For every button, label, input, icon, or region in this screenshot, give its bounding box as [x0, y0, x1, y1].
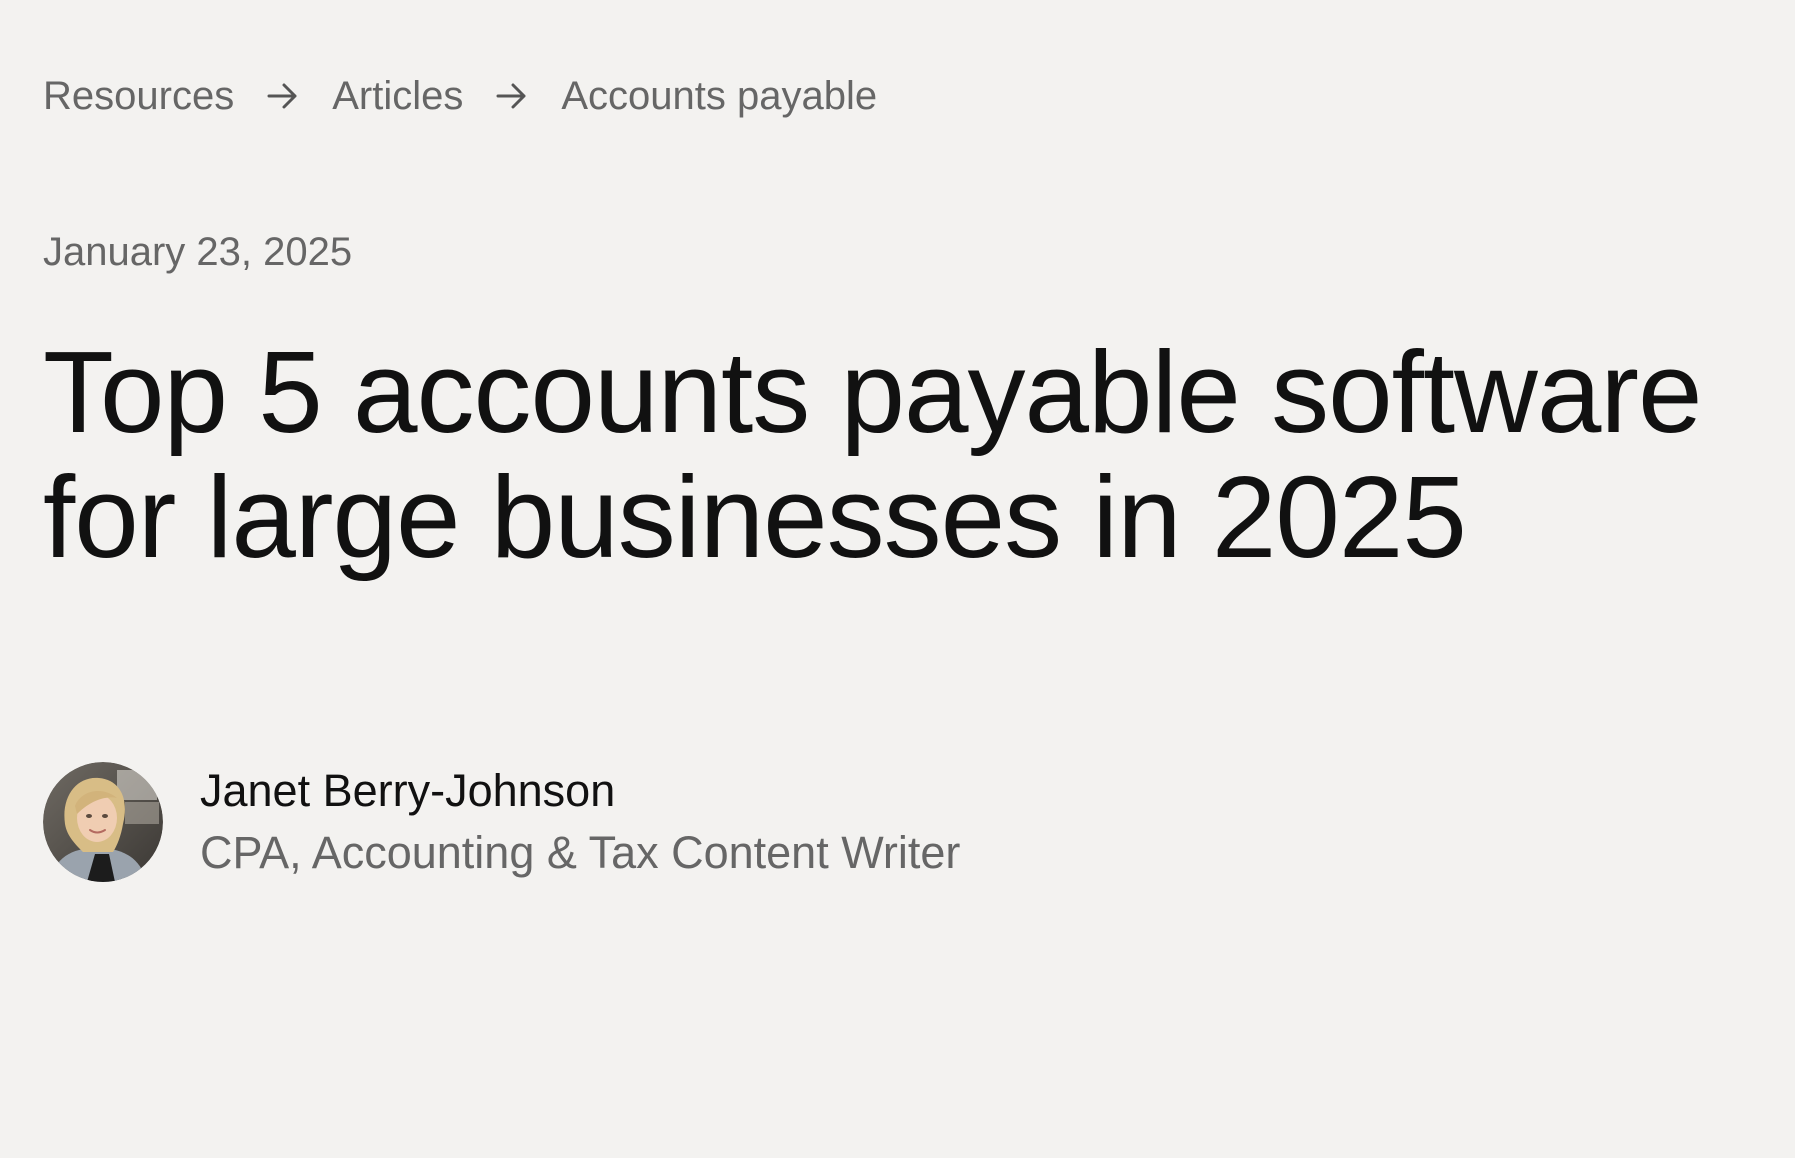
author-name[interactable]: Janet Berry-Johnson	[200, 760, 960, 822]
arrow-right-icon	[463, 70, 561, 122]
breadcrumb: Resources Articles Accounts payable	[43, 70, 877, 122]
publish-date: January 23, 2025	[43, 230, 353, 274]
author-role: CPA, Accounting & Tax Content Writer	[200, 827, 961, 878]
page-title: Top 5 accounts payable software for larg…	[43, 327, 1702, 582]
arrow-right-icon	[234, 70, 332, 122]
breadcrumb-link-accounts-payable[interactable]: Accounts payable	[561, 70, 877, 122]
breadcrumb-link-resources[interactable]: Resources	[43, 70, 234, 122]
author-avatar[interactable]	[43, 762, 163, 882]
author-details: Janet Berry-Johnson CPA, Accounting & Ta…	[200, 760, 960, 884]
breadcrumb-link-articles[interactable]: Articles	[332, 70, 463, 122]
author-byline: Janet Berry-Johnson CPA, Accounting & Ta…	[43, 760, 960, 884]
